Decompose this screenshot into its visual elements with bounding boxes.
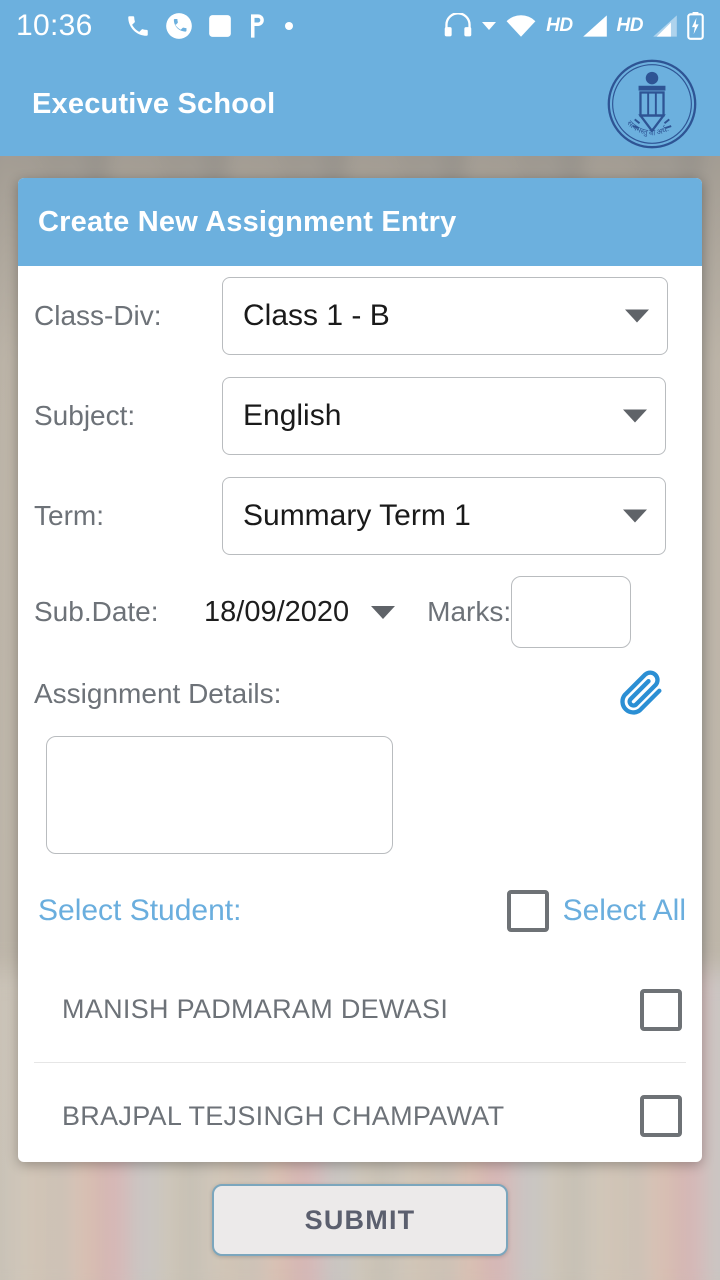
select-all-label: Select All (562, 894, 686, 927)
select-all-checkbox[interactable] (506, 890, 549, 932)
sub-date-picker[interactable]: 18/09/2020 (204, 595, 396, 629)
headset-icon (443, 13, 473, 39)
battery-charging-icon (687, 12, 704, 40)
card-body: Class-Div: Class 1 - B Subject: English … (18, 266, 702, 1162)
dot-icon (283, 20, 295, 32)
status-bar-right: HD HD (443, 12, 704, 40)
status-bar-left: 10:36 (16, 9, 295, 43)
phone-call-circle-icon (165, 12, 193, 40)
assignment-details-input[interactable] (46, 736, 393, 854)
term-value: Summary Term 1 (243, 499, 471, 532)
class-div-row: Class-Div: Class 1 - B (34, 266, 686, 366)
school-crest-logo: सत्यमस्तु वो अर्थ: (604, 56, 700, 152)
chevron-down-icon (623, 409, 647, 423)
class-div-label: Class-Div: (34, 300, 162, 331)
select-student-bar: Select Student: Select All (34, 865, 686, 957)
student-checkbox[interactable] (640, 988, 682, 1031)
sub-date-marks-row: Sub.Date: 18/09/2020 Marks: (34, 566, 686, 658)
assignment-entry-card: Create New Assignment Entry Class-Div: C… (18, 178, 702, 1162)
assignment-details-row: Assignment Details: (34, 658, 686, 730)
hd-badge-1: HD (546, 15, 573, 36)
sub-date-label: Sub.Date: (34, 596, 159, 627)
signal-bars-1 (582, 14, 608, 38)
subject-dropdown[interactable]: English (222, 377, 666, 455)
status-bar: 10:36 HD HD (0, 0, 720, 52)
submit-button[interactable]: SUBMIT (212, 1184, 508, 1256)
p-app-icon (247, 12, 269, 40)
status-clock: 10:36 (16, 9, 93, 42)
wifi-icon (505, 14, 537, 38)
chevron-down-icon (371, 605, 396, 619)
student-name: MANISH PADMARAM DEWASI (62, 994, 449, 1024)
marks-input[interactable] (511, 576, 632, 648)
term-row: Term: Summary Term 1 (34, 466, 686, 566)
sub-date-value: 18/09/2020 (204, 595, 350, 628)
square-app-icon (207, 13, 233, 39)
hd-badge-2: HD (616, 15, 644, 36)
student-checkbox[interactable] (640, 1095, 682, 1137)
class-div-value: Class 1 - B (243, 299, 390, 332)
dropdown-triangle-icon (482, 22, 497, 30)
table-row[interactable]: MANISH PADMARAM DEWASI (34, 957, 686, 1063)
chevron-down-icon (623, 509, 647, 523)
paperclip-icon[interactable] (616, 668, 668, 720)
table-row[interactable]: BRAJPAL TEJSINGH CHAMPAWAT (34, 1063, 686, 1162)
app-bar: Executive School सत्यमस्तु वो अर्थ: (0, 52, 720, 156)
phone-icon (125, 13, 151, 39)
subject-label: Subject: (34, 400, 136, 431)
subject-row: Subject: English (34, 366, 686, 466)
marks-label: Marks: (427, 596, 512, 627)
app-title: Executive School (32, 87, 276, 120)
subject-value: English (243, 399, 342, 432)
app-screen: 10:36 HD HD Executive School सत्यमस्तु व… (0, 0, 720, 1280)
class-div-dropdown[interactable]: Class 1 - B (222, 277, 668, 355)
svg-text:सत्यमस्तु वो अर्थ:: सत्यमस्तु वो अर्थ: (625, 118, 670, 138)
signal-bars-2 (652, 14, 678, 38)
assignment-details-label: Assignment Details: (34, 678, 282, 709)
term-dropdown[interactable]: Summary Term 1 (222, 477, 666, 555)
term-label: Term: (34, 500, 104, 531)
select-student-heading: Select Student: (38, 894, 242, 927)
chevron-down-icon (625, 309, 649, 323)
card-header: Create New Assignment Entry (18, 178, 702, 266)
card-title: Create New Assignment Entry (38, 205, 457, 238)
select-all-group[interactable]: Select All (506, 890, 686, 932)
student-name: BRAJPAL TEJSINGH CHAMPAWAT (62, 1100, 505, 1131)
